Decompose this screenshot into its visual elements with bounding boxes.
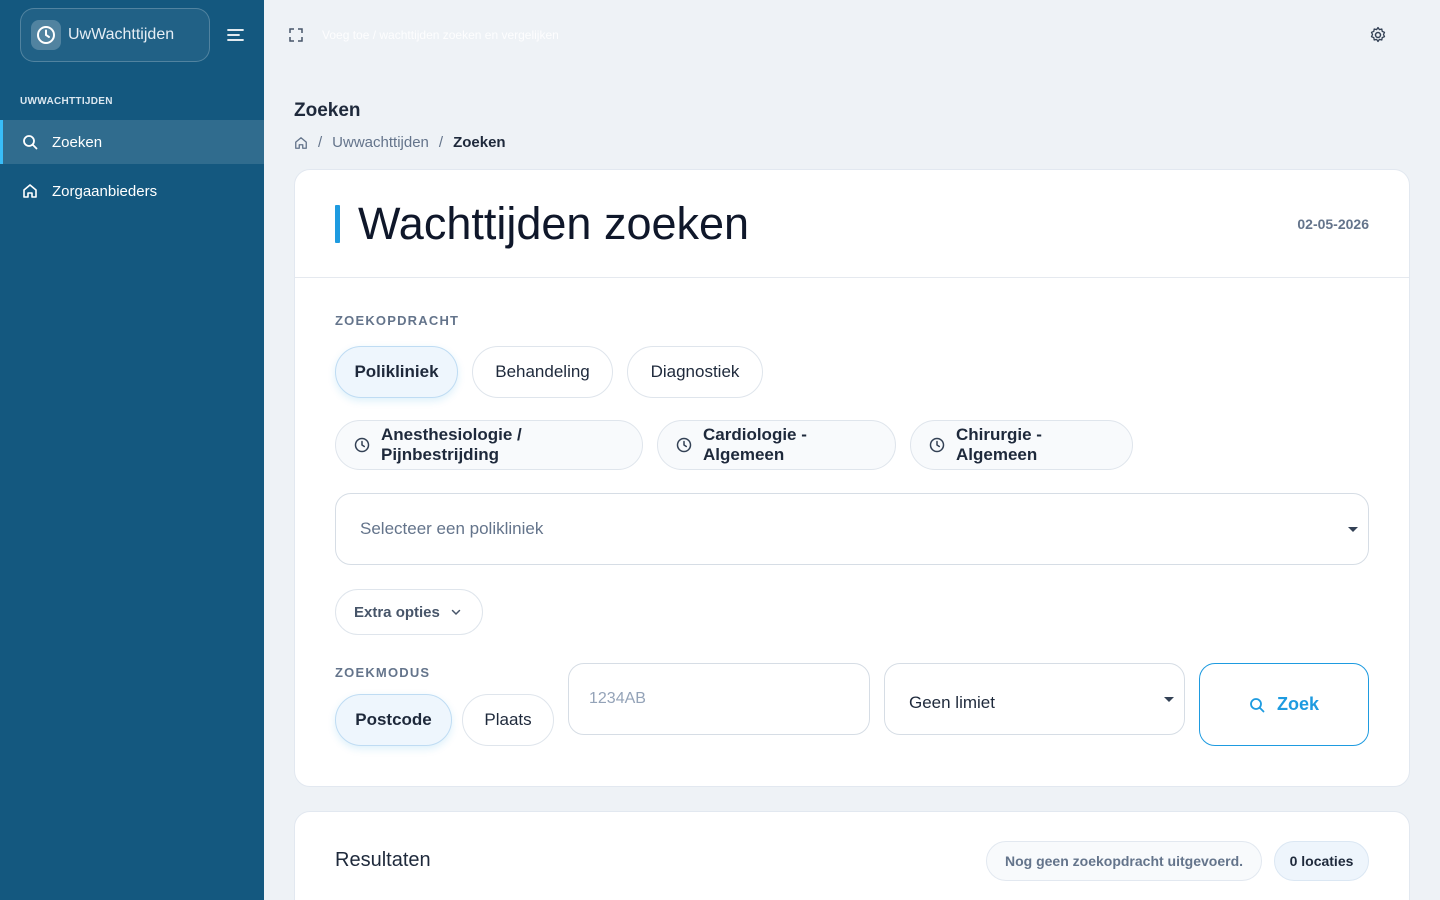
breadcrumb-separator: / <box>318 134 323 151</box>
brand[interactable]: UwWachttijden <box>20 8 210 62</box>
mode-plaats-button[interactable]: Plaats <box>462 694 554 746</box>
quick-chip-chirurgie[interactable]: Chirurgie - Algemeen <box>910 420 1133 470</box>
menu-toggle-icon[interactable] <box>226 26 246 44</box>
results-card: Resultaten Nog geen zoekopdracht uitgevo… <box>294 811 1410 900</box>
type-behandeling-button[interactable]: Behandeling <box>472 346 613 398</box>
caret-down-icon <box>1164 697 1174 702</box>
search-button-label: Zoek <box>1276 694 1319 714</box>
zoekopdracht-label: ZOEKOPDRACHT <box>335 313 460 328</box>
results-title: Resultaten <box>335 849 431 871</box>
type-polikliniek-button[interactable]: Polikliniek <box>335 346 458 398</box>
clock-logo-icon <box>31 20 61 50</box>
limit-select[interactable]: Geen limiet <box>884 663 1185 735</box>
sidebar-item-label: Zoeken <box>52 133 103 151</box>
breadcrumb-separator: / <box>438 134 444 151</box>
quick-chip-anesthesiologie[interactable]: Anesthesiologie / Pijnbestrijding <box>335 420 643 470</box>
sidebar-section-label: UWWACHTTIJDEN <box>20 96 113 107</box>
card-header: Wachttijden zoeken 02-05-2026 <box>295 170 1409 278</box>
home-icon <box>22 183 38 199</box>
search-card: Wachttijden zoeken 02-05-2026 ZOEKOPDRAC… <box>294 169 1410 787</box>
breadcrumb-uwwachttijden[interactable]: Uwwachttijden <box>332 134 429 151</box>
caret-down-icon <box>1348 527 1358 532</box>
topbar-hint: Voeg toe / wachttijden zoeken en vergeli… <box>322 28 559 42</box>
chip-label: Cardiologie - Algemeen <box>703 425 807 464</box>
sidebar: UwWachttijden UWWACHTTIJDEN Zoeken Zorga… <box>0 0 264 900</box>
page-title: Zoeken <box>294 100 361 121</box>
sidebar-item-zorgaanbieders[interactable]: Zorgaanbieders <box>0 169 264 213</box>
quick-chip-cardiologie[interactable]: Cardiologie - Algemeen <box>657 420 896 470</box>
search-icon <box>1249 697 1265 713</box>
postcode-input[interactable] <box>568 663 870 735</box>
results-count-badge: 0 locaties <box>1274 841 1369 881</box>
home-icon[interactable] <box>294 136 308 150</box>
breadcrumb: / Uwwachttijden / Zoeken <box>294 134 506 151</box>
mode-postcode-button[interactable]: Postcode <box>335 694 452 746</box>
extra-opties-label: Extra opties <box>354 603 440 621</box>
app-name: UwWachttijden <box>68 26 175 43</box>
polikliniek-placeholder: Selecteer een polikliniek <box>360 519 544 538</box>
title-accent-bar <box>335 205 340 243</box>
type-diagnostiek-button[interactable]: Diagnostiek <box>627 346 763 398</box>
clock-icon <box>354 437 370 453</box>
polikliniek-select[interactable]: Selecteer een polikliniek <box>335 493 1369 565</box>
sidebar-item-label: Zorgaanbieders <box>52 182 158 200</box>
chip-label: Chirurgie - Algemeen <box>956 425 1042 464</box>
clock-icon <box>676 437 692 453</box>
chevron-down-icon <box>450 606 462 618</box>
chip-label: Anesthesiologie / Pijnbestrijding <box>381 425 522 464</box>
clock-icon <box>929 437 945 453</box>
sidebar-item-zoeken[interactable]: Zoeken <box>0 120 264 164</box>
fullscreen-icon[interactable] <box>288 27 304 43</box>
search-button[interactable]: Zoek <box>1199 663 1369 746</box>
limit-value: Geen limiet <box>909 693 995 712</box>
results-status-badge: Nog geen zoekopdracht uitgevoerd. <box>986 841 1262 881</box>
breadcrumb-current: Zoeken <box>453 134 506 151</box>
date-label: 02-05-2026 <box>1297 216 1369 232</box>
gear-icon[interactable] <box>1369 26 1387 44</box>
extra-opties-button[interactable]: Extra opties <box>335 589 483 635</box>
card-title: Wachttijden zoeken <box>358 198 750 249</box>
zoekmodus-label: ZOEKMODUS <box>335 665 431 680</box>
search-icon <box>22 134 38 150</box>
